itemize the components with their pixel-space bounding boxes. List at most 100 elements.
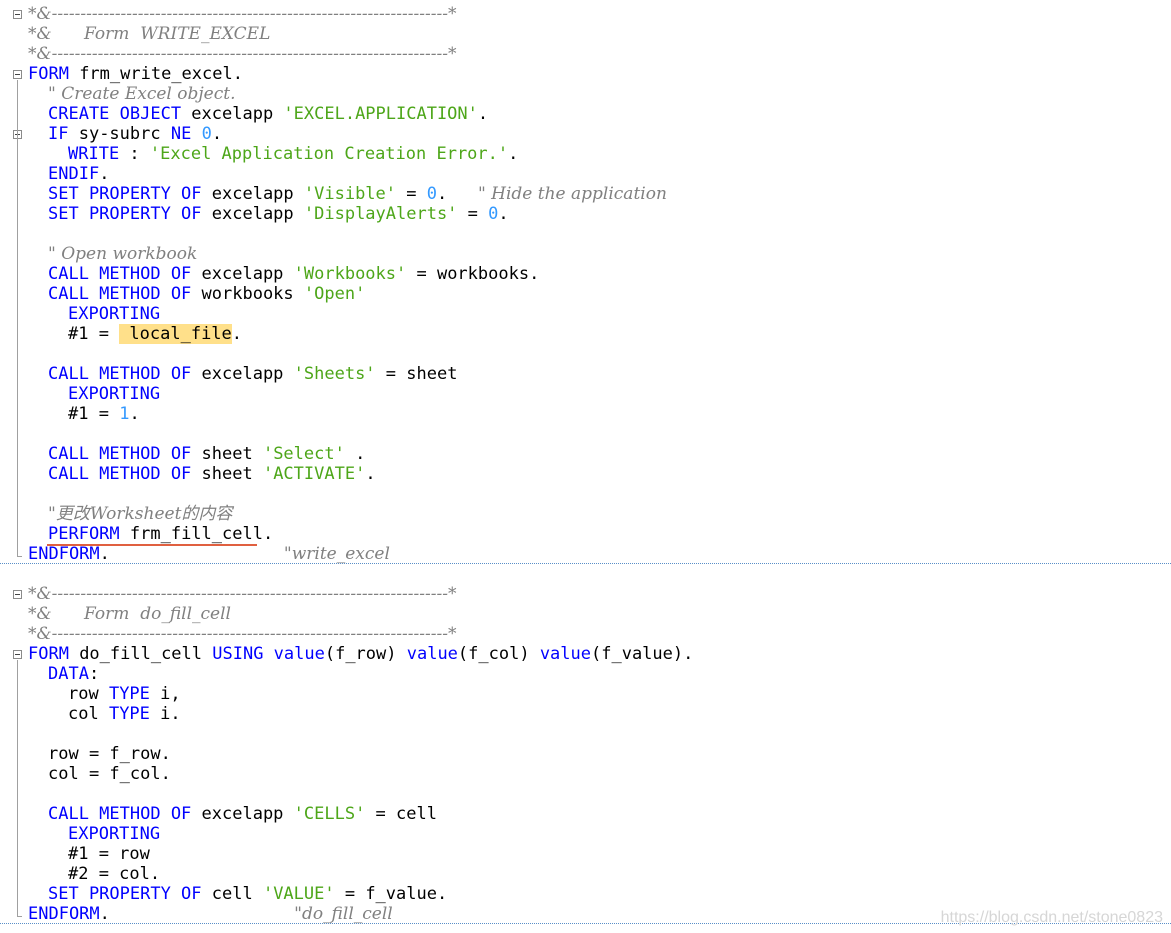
code-token: value xyxy=(406,644,458,664)
fold-guide xyxy=(17,660,18,916)
code-line[interactable]: #1 = 1. xyxy=(28,404,140,424)
fold-minus-icon[interactable] xyxy=(13,10,22,19)
code-line[interactable]: ENDFORM. "write_excel xyxy=(28,544,390,564)
code-token: . xyxy=(99,544,284,564)
code-token: CALL METHOD OF xyxy=(48,804,192,824)
fold-minus-icon[interactable] xyxy=(13,590,22,599)
code-line[interactable]: EXPORTING xyxy=(28,824,160,844)
code-token: USING value xyxy=(212,644,325,664)
code-line[interactable]: *& Form do_fill_cell xyxy=(28,604,231,624)
code-line[interactable]: *&--------------------------------------… xyxy=(28,584,456,604)
code-token: 'Workbooks' xyxy=(293,264,407,284)
code-line[interactable]: CALL METHOD OF sheet 'Select' . xyxy=(28,444,365,464)
code-token: CREATE OBJECT xyxy=(48,104,182,124)
code-line[interactable]: SET PROPERTY OF excelapp 'Visible' = 0. … xyxy=(28,184,667,204)
code-line[interactable]: FORM frm_write_excel. xyxy=(28,64,243,84)
code-token: 'Select' xyxy=(262,444,345,464)
code-token: 'VALUE' xyxy=(262,884,335,904)
code-token: . xyxy=(344,444,366,464)
code-token: (f_value). xyxy=(591,644,694,664)
code-line[interactable]: #1 = local_file. xyxy=(28,324,242,344)
code-line[interactable]: CALL METHOD OF workbooks 'Open' xyxy=(28,284,365,304)
code-line[interactable]: " Create Excel object. xyxy=(28,84,235,104)
code-token: SET PROPERTY OF xyxy=(48,184,202,204)
code-token: excelapp xyxy=(191,264,294,284)
code-line[interactable]: col = f_col. xyxy=(28,764,171,784)
fold-end-mark xyxy=(17,916,22,917)
code-token: = f_value. xyxy=(334,884,448,904)
code-line[interactable]: row = f_row. xyxy=(28,744,171,764)
code-token: "更改Worksheet的内容 xyxy=(48,504,233,524)
code-line[interactable]: *& Form WRITE_EXCEL xyxy=(28,24,270,44)
code-line[interactable]: #1 = row xyxy=(28,844,150,864)
code-token: = xyxy=(457,204,489,224)
code-line[interactable]: col TYPE i. xyxy=(28,704,181,724)
code-token: CALL METHOD OF xyxy=(48,444,192,464)
code-token: 'ACTIVATE' xyxy=(262,464,366,484)
code-token: 1 xyxy=(119,404,130,424)
code-line[interactable]: CALL METHOD OF sheet 'ACTIVATE'. xyxy=(28,464,376,484)
code-token: i, xyxy=(149,684,181,704)
code-line[interactable]: #2 = col. xyxy=(28,864,160,884)
code-token: col = f_col. xyxy=(48,764,171,784)
code-line[interactable]: SET PROPERTY OF excelapp 'DisplayAlerts'… xyxy=(28,204,509,224)
code-token: . xyxy=(211,124,223,144)
code-token: #1 = row xyxy=(68,844,150,864)
code-token: CALL METHOD OF xyxy=(48,464,192,484)
code-token: 'CELLS' xyxy=(293,804,366,824)
code-token: . xyxy=(498,204,509,224)
code-line[interactable]: ENDFORM. "do_fill_cell xyxy=(28,904,393,924)
code-token: SET PROPERTY OF xyxy=(48,884,202,904)
code-token: " Open workbook xyxy=(48,244,198,264)
code-line[interactable]: ENDIF. xyxy=(28,164,109,184)
code-line[interactable]: WRITE : 'Excel Application Creation Erro… xyxy=(28,144,518,164)
code-line[interactable]: *&--------------------------------------… xyxy=(28,4,456,24)
code-token: 0 xyxy=(201,124,212,144)
code-line[interactable]: row TYPE i, xyxy=(28,684,181,704)
fold-minus-icon[interactable] xyxy=(13,650,22,659)
code-token: *&--------------------------------------… xyxy=(28,624,457,644)
code-line[interactable]: CREATE OBJECT excelapp 'EXCEL.APPLICATIO… xyxy=(28,104,488,124)
code-token: . xyxy=(508,144,519,164)
code-token: row = f_row. xyxy=(48,744,171,764)
code-line[interactable]: CALL METHOD OF excelapp 'Sheets' = sheet xyxy=(28,364,457,384)
code-token: excelapp xyxy=(191,364,294,384)
code-line[interactable]: EXPORTING xyxy=(28,384,160,404)
code-token: 'DisplayAlerts' xyxy=(303,204,458,224)
form-separator xyxy=(0,563,1171,564)
code-line[interactable]: DATA: xyxy=(28,664,99,684)
code-line[interactable]: CALL METHOD OF excelapp 'CELLS' = cell xyxy=(28,804,437,824)
code-token: #1 = xyxy=(68,404,120,424)
code-line[interactable]: *&--------------------------------------… xyxy=(28,624,456,644)
code-token: *& Form WRITE_EXCEL xyxy=(28,24,271,44)
code-token: FORM xyxy=(28,64,69,84)
code-token: . xyxy=(231,324,243,344)
code-token: value xyxy=(539,644,591,664)
code-line[interactable]: " Open workbook xyxy=(28,244,197,264)
code-editor[interactable]: *&--------------------------------------… xyxy=(0,0,1171,933)
code-token: . xyxy=(99,904,295,924)
code-line[interactable]: SET PROPERTY OF cell 'VALUE' = f_value. xyxy=(28,884,447,904)
code-token: sy-subrc xyxy=(68,124,171,144)
code-token: i. xyxy=(149,704,181,724)
fold-minus-icon[interactable] xyxy=(13,70,22,79)
code-token: ENDFORM xyxy=(28,904,100,924)
code-token: (f_col) xyxy=(457,644,540,664)
code-line[interactable]: CALL METHOD OF excelapp 'Workbooks' = wo… xyxy=(28,264,539,284)
code-token: EXPORTING xyxy=(68,304,161,324)
code-line[interactable]: "更改Worksheet的内容 xyxy=(28,504,232,524)
code-token: CALL METHOD OF xyxy=(48,364,192,384)
code-line[interactable]: *&--------------------------------------… xyxy=(28,44,456,64)
code-token: sheet xyxy=(191,444,263,464)
code-line[interactable]: EXPORTING xyxy=(28,304,160,324)
code-token: = workbooks. xyxy=(406,264,540,284)
code-token: (f_row) xyxy=(324,644,407,664)
code-token: 'Visible' xyxy=(303,184,397,204)
code-token: excelapp xyxy=(181,104,284,124)
code-token: 'Open' xyxy=(303,284,366,304)
code-line[interactable]: FORM do_fill_cell USING value(f_row) val… xyxy=(28,644,693,664)
code-token: = xyxy=(396,184,427,204)
code-token: . xyxy=(436,184,478,204)
code-line[interactable]: IF sy-subrc NE 0. xyxy=(28,124,222,144)
